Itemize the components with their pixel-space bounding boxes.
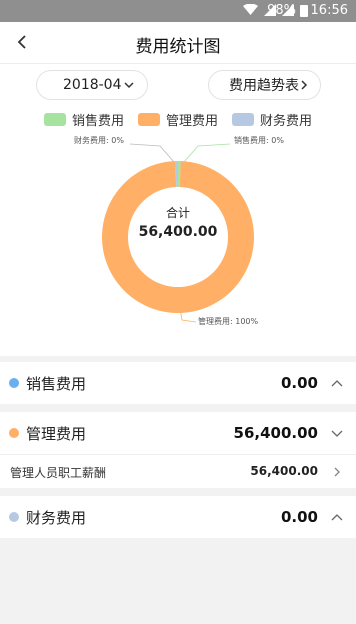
donut-center-label: 合计 <box>165 206 190 220</box>
callout-management: 管理费用: 100% <box>198 317 259 326</box>
category-label-management: 管理费用 <box>26 425 87 443</box>
chevron-down-icon[interactable] <box>330 427 344 439</box>
wifi-icon <box>243 4 258 15</box>
chevron-up-icon[interactable] <box>330 511 344 523</box>
status-bar: 98% 16:56 <box>0 0 356 22</box>
category-row-management[interactable]: 管理费用 56,400.00 <box>0 412 356 454</box>
category-dot-finance <box>9 512 19 522</box>
sub-item-label: 管理人员职工薪酬 <box>10 466 107 480</box>
category-dot-sales <box>9 378 19 388</box>
category-amount-management: 56,400.00 <box>233 424 318 442</box>
chevron-right-icon <box>334 467 340 477</box>
category-label-finance: 财务费用 <box>26 509 87 527</box>
category-finance: 财务费用 0.00 <box>0 496 356 538</box>
callout-sales: 销售费用: 0% <box>234 136 284 145</box>
chevron-up-icon[interactable] <box>330 377 344 389</box>
category-sales: 销售费用 0.00 <box>0 362 356 404</box>
category-row-sales[interactable]: 销售费用 0.00 <box>0 362 356 404</box>
chart-card: 2018-04 费用趋势表 销售费用 管理费用 财务费用 财务费用: 0% 销售… <box>0 64 356 356</box>
sub-item-row[interactable]: 管理人员职工薪酬 56,400.00 <box>0 454 356 488</box>
battery-icon <box>300 5 308 17</box>
category-management: 管理费用 56,400.00 管理人员职工薪酬 56,400.00 <box>0 412 356 488</box>
callout-finance: 财务费用: 0% <box>74 136 124 145</box>
callout-line-finance <box>129 143 175 163</box>
battery-percentage: 98% <box>267 3 296 18</box>
category-row-finance[interactable]: 财务费用 0.00 <box>0 496 356 538</box>
callout-line-sales <box>183 143 231 163</box>
app-header: 费用统计图 <box>0 22 356 64</box>
category-dot-management <box>9 428 19 438</box>
page-title: 费用统计图 <box>135 37 221 57</box>
sub-item-amount: 56,400.00 <box>250 464 318 478</box>
category-amount-finance: 0.00 <box>280 508 318 526</box>
donut-center-total: 56,400.00 <box>138 224 218 240</box>
category-amount-sales: 0.00 <box>280 374 318 392</box>
clock: 16:56 <box>310 3 348 18</box>
category-label-sales: 销售费用 <box>26 375 87 393</box>
